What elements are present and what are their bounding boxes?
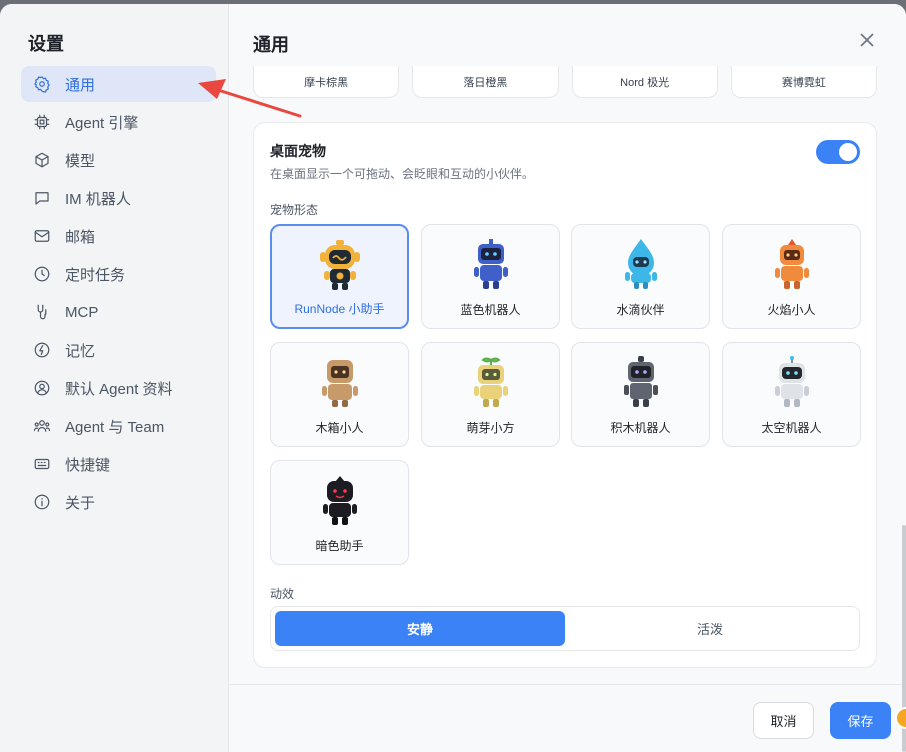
theme-option[interactable]: 落日橙黑 [412, 66, 559, 98]
sidebar-item-label: Agent 与 Team [65, 418, 165, 436]
blue-robot-icon [473, 239, 508, 289]
save-button[interactable]: 保存 [830, 702, 891, 739]
sidebar-item-label: 记忆 [65, 342, 96, 360]
sidebar-title: 设置 [28, 34, 64, 54]
theme-list: 摩卡棕黑 落日橙黑 Nord 极光 赛博霓虹 [253, 66, 877, 98]
desktop-pet-toggle[interactable] [816, 140, 860, 164]
sidebar-item-scheduled-tasks[interactable]: 定时任务 [21, 256, 216, 292]
animation-option-calm[interactable]: 安静 [275, 611, 565, 646]
pet-option-label: RunNode 小助手 [294, 302, 385, 316]
sidebar-item-label: 快捷键 [65, 456, 111, 474]
sidebar-item-mail[interactable]: 邮箱 [21, 218, 216, 254]
clock-icon [33, 265, 51, 283]
mail-icon [33, 227, 51, 245]
toggle-knob [839, 143, 857, 161]
pet-option-dark-assistant[interactable]: 暗色助手 [270, 460, 409, 565]
plug-icon [33, 303, 51, 321]
sidebar-item-label: 默认 Agent 资料 [65, 380, 173, 398]
sidebar-item-shortcuts[interactable]: 快捷键 [21, 446, 216, 482]
pet-option-label: 火焰小人 [767, 303, 816, 317]
water-drop-icon [624, 239, 657, 289]
sidebar-item-models[interactable]: 模型 [21, 142, 216, 178]
memory-icon [33, 341, 51, 359]
pet-option-label: 水滴伙伴 [616, 303, 665, 317]
sprout-cube-icon [473, 357, 508, 407]
sidebar-item-mcp[interactable]: MCP [21, 294, 216, 330]
sidebar-item-label: 关于 [65, 494, 96, 512]
main-panel: 通用 摩卡棕黑 落日橙黑 Nord 极光 赛博霓虹 桌面宠物 在桌面显示一个可拖… [229, 4, 906, 752]
dark-assistant-icon [322, 476, 357, 525]
sidebar-item-label: 邮箱 [65, 228, 96, 246]
theme-option[interactable]: 摩卡棕黑 [253, 66, 400, 98]
runnode-assistant-icon [319, 240, 360, 290]
pet-option-sprout-cube[interactable]: 萌芽小方 [421, 342, 560, 447]
sidebar-item-memory[interactable]: 记忆 [21, 332, 216, 368]
sidebar-item-label: 模型 [65, 152, 96, 170]
keyboard-icon [33, 455, 51, 473]
chip-icon [33, 113, 51, 131]
sidebar-item-agent-team[interactable]: Agent 与 Team [21, 408, 216, 444]
pet-form-label: 宠物形态 [270, 203, 319, 217]
user-circle-icon [33, 379, 51, 397]
dialog-footer: 取消 保存 [229, 684, 906, 752]
animation-label: 动效 [270, 587, 295, 601]
pet-option-runnode-assistant[interactable]: RunNode 小助手 [270, 224, 409, 329]
pet-option-label: 太空机器人 [761, 421, 822, 435]
wooden-box-icon [321, 360, 358, 407]
info-icon [33, 493, 51, 511]
sidebar-item-about[interactable]: 关于 [21, 484, 216, 520]
sidebar-item-im-bot[interactable]: IM 机器人 [21, 180, 216, 216]
close-button[interactable] [857, 30, 877, 50]
desktop-pet-title: 桌面宠物 [270, 143, 326, 159]
pet-option-label: 木箱小人 [315, 421, 364, 435]
pet-option-wooden-box[interactable]: 木箱小人 [270, 342, 409, 447]
desktop-pet-description: 在桌面显示一个可拖动、会眨眼和互动的小伙伴。 [270, 167, 535, 181]
flame-person-icon [774, 239, 809, 289]
settings-dialog: 设置 通用 Agent 引擎 模型 IM 机器人 邮箱 定时任务 MCP 记忆 … [0, 4, 906, 752]
sidebar-item-general[interactable]: 通用 [21, 66, 216, 102]
cancel-button[interactable]: 取消 [753, 702, 814, 739]
sidebar-item-label: 通用 [65, 76, 96, 94]
theme-option[interactable]: 赛博霓虹 [730, 66, 877, 98]
gear-icon [33, 75, 51, 93]
team-icon [33, 417, 51, 435]
theme-option[interactable]: Nord 极光 [571, 66, 718, 98]
sidebar: 设置 通用 Agent 引擎 模型 IM 机器人 邮箱 定时任务 MCP 记忆 … [0, 4, 229, 752]
pet-option-label: 积木机器人 [610, 421, 671, 435]
animation-option-lively[interactable]: 活泼 [565, 611, 855, 646]
chat-icon [33, 189, 51, 207]
pet-option-block-robot[interactable]: 积木机器人 [571, 342, 710, 447]
pet-option-flame-person[interactable]: 火焰小人 [722, 224, 861, 329]
sidebar-item-label: Agent 引擎 [65, 114, 139, 132]
desktop-pet-card: 桌面宠物 在桌面显示一个可拖动、会眨眼和互动的小伙伴。 宠物形态 RunNode… [253, 122, 877, 668]
block-robot-icon [623, 356, 658, 407]
close-icon [860, 33, 874, 47]
pet-option-space-robot[interactable]: 太空机器人 [722, 342, 861, 447]
animation-segmented-control: 安静 活泼 [270, 606, 860, 651]
sidebar-item-agent-engine[interactable]: Agent 引擎 [21, 104, 216, 140]
space-robot-icon [774, 356, 809, 407]
cube-icon [33, 151, 51, 169]
sidebar-item-default-agent-profile[interactable]: 默认 Agent 资料 [21, 370, 216, 406]
pet-option-label: 萌芽小方 [466, 421, 515, 435]
sidebar-item-label: MCP [65, 303, 99, 321]
sidebar-item-label: 定时任务 [65, 266, 126, 284]
pet-option-water-drop[interactable]: 水滴伙伴 [571, 224, 710, 329]
pet-option-blue-robot[interactable]: 蓝色机器人 [421, 224, 560, 329]
pet-option-label: 暗色助手 [315, 539, 364, 553]
page-title: 通用 [253, 35, 289, 55]
sidebar-nav: 通用 Agent 引擎 模型 IM 机器人 邮箱 定时任务 MCP 记忆 默认 … [21, 66, 216, 522]
pet-option-label: 蓝色机器人 [460, 303, 521, 317]
sidebar-item-label: IM 机器人 [65, 190, 131, 208]
